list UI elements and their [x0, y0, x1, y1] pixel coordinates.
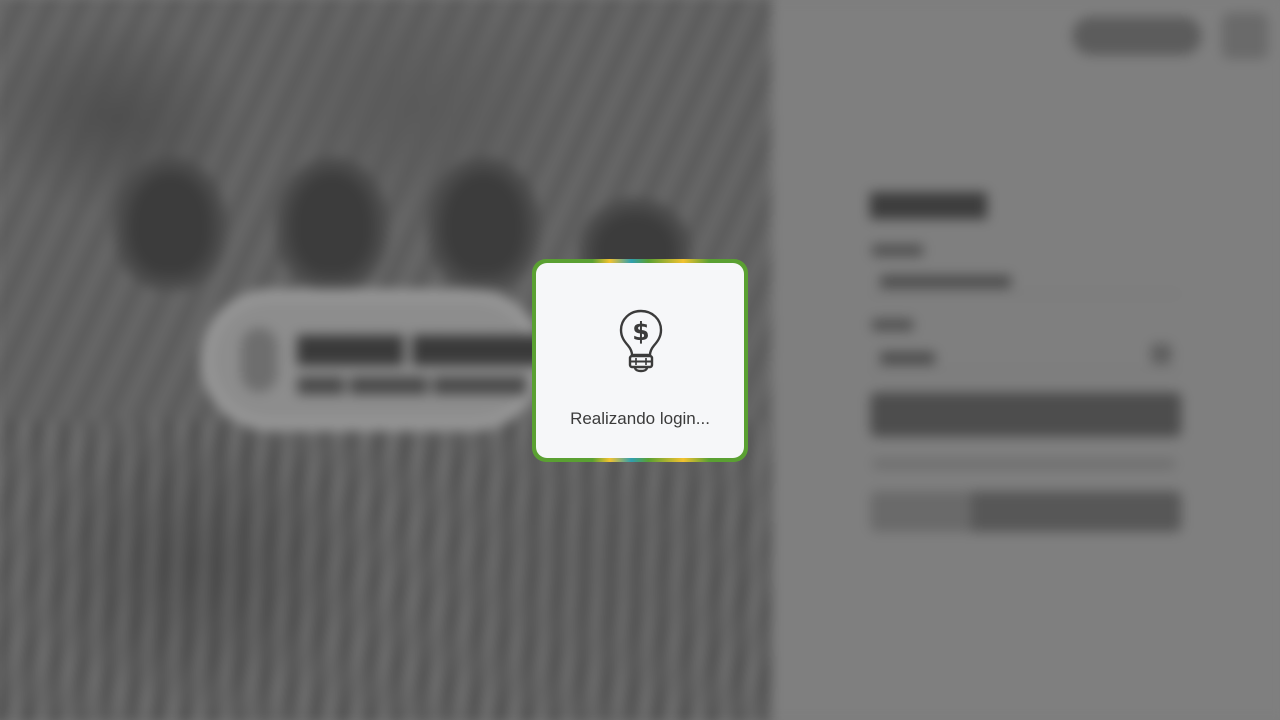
top-nav-icon-button[interactable]	[1221, 12, 1269, 60]
hero-brand-badge: ▆▆▆▆ ▆▆▆▆▆ ▆▆▆ ▆▆▆▆▆ ▆▆▆▆▆▆	[210, 299, 545, 421]
hero-coin-shape	[276, 158, 388, 290]
svg-text:$: $	[632, 317, 649, 346]
email-field[interactable]	[870, 293, 1180, 295]
loading-modal-card: $ Realizando login...	[536, 263, 744, 458]
secondary-login-button[interactable]	[870, 491, 1182, 532]
login-title-blurred: ▆▆▆▆▆	[870, 185, 987, 219]
top-nav-pill-button[interactable]	[1072, 16, 1202, 55]
hero-image-stripes	[0, 420, 772, 720]
loading-message: Realizando login...	[570, 409, 710, 428]
email-value-blurred: ▆▆▆▆▆▆▆▆▆▆▆▆	[880, 271, 1011, 288]
password-label-blurred: ▆▆▆▆	[872, 315, 913, 331]
login-form-panel: ▆▆▆▆▆ ▆▆▆▆▆ ▆▆▆▆▆▆▆▆▆▆▆▆ ▆▆▆▆ ▆▆▆▆▆	[771, 0, 1280, 720]
email-label-blurred: ▆▆▆▆▆	[872, 240, 923, 256]
lightbulb-dollar-icon: $	[619, 309, 663, 373]
password-value-blurred: ▆▆▆▆▆	[880, 347, 935, 365]
login-button[interactable]	[870, 392, 1182, 437]
hero-coin-shape	[427, 158, 539, 290]
login-page: ▆▆▆▆ ▆▆▆▆▆ ▆▆▆ ▆▆▆▆▆ ▆▆▆▆▆▆ ▆▆▆▆▆ ▆▆▆▆▆ …	[0, 0, 1280, 720]
loading-modal: $ Realizando login...	[532, 259, 748, 462]
hero-brand-title-blurred: ▆▆▆▆ ▆▆▆▆▆	[297, 326, 545, 366]
secondary-login-button-fill	[971, 491, 1182, 532]
brand-logo-icon	[241, 327, 278, 393]
hero-coin-shape	[114, 158, 226, 290]
forgot-password-link[interactable]	[872, 458, 1176, 470]
password-field[interactable]	[870, 370, 1180, 372]
hero-brand-subtitle-blurred: ▆▆▆ ▆▆▆▆▆ ▆▆▆▆▆▆	[297, 372, 527, 395]
eye-icon[interactable]	[1151, 343, 1172, 365]
